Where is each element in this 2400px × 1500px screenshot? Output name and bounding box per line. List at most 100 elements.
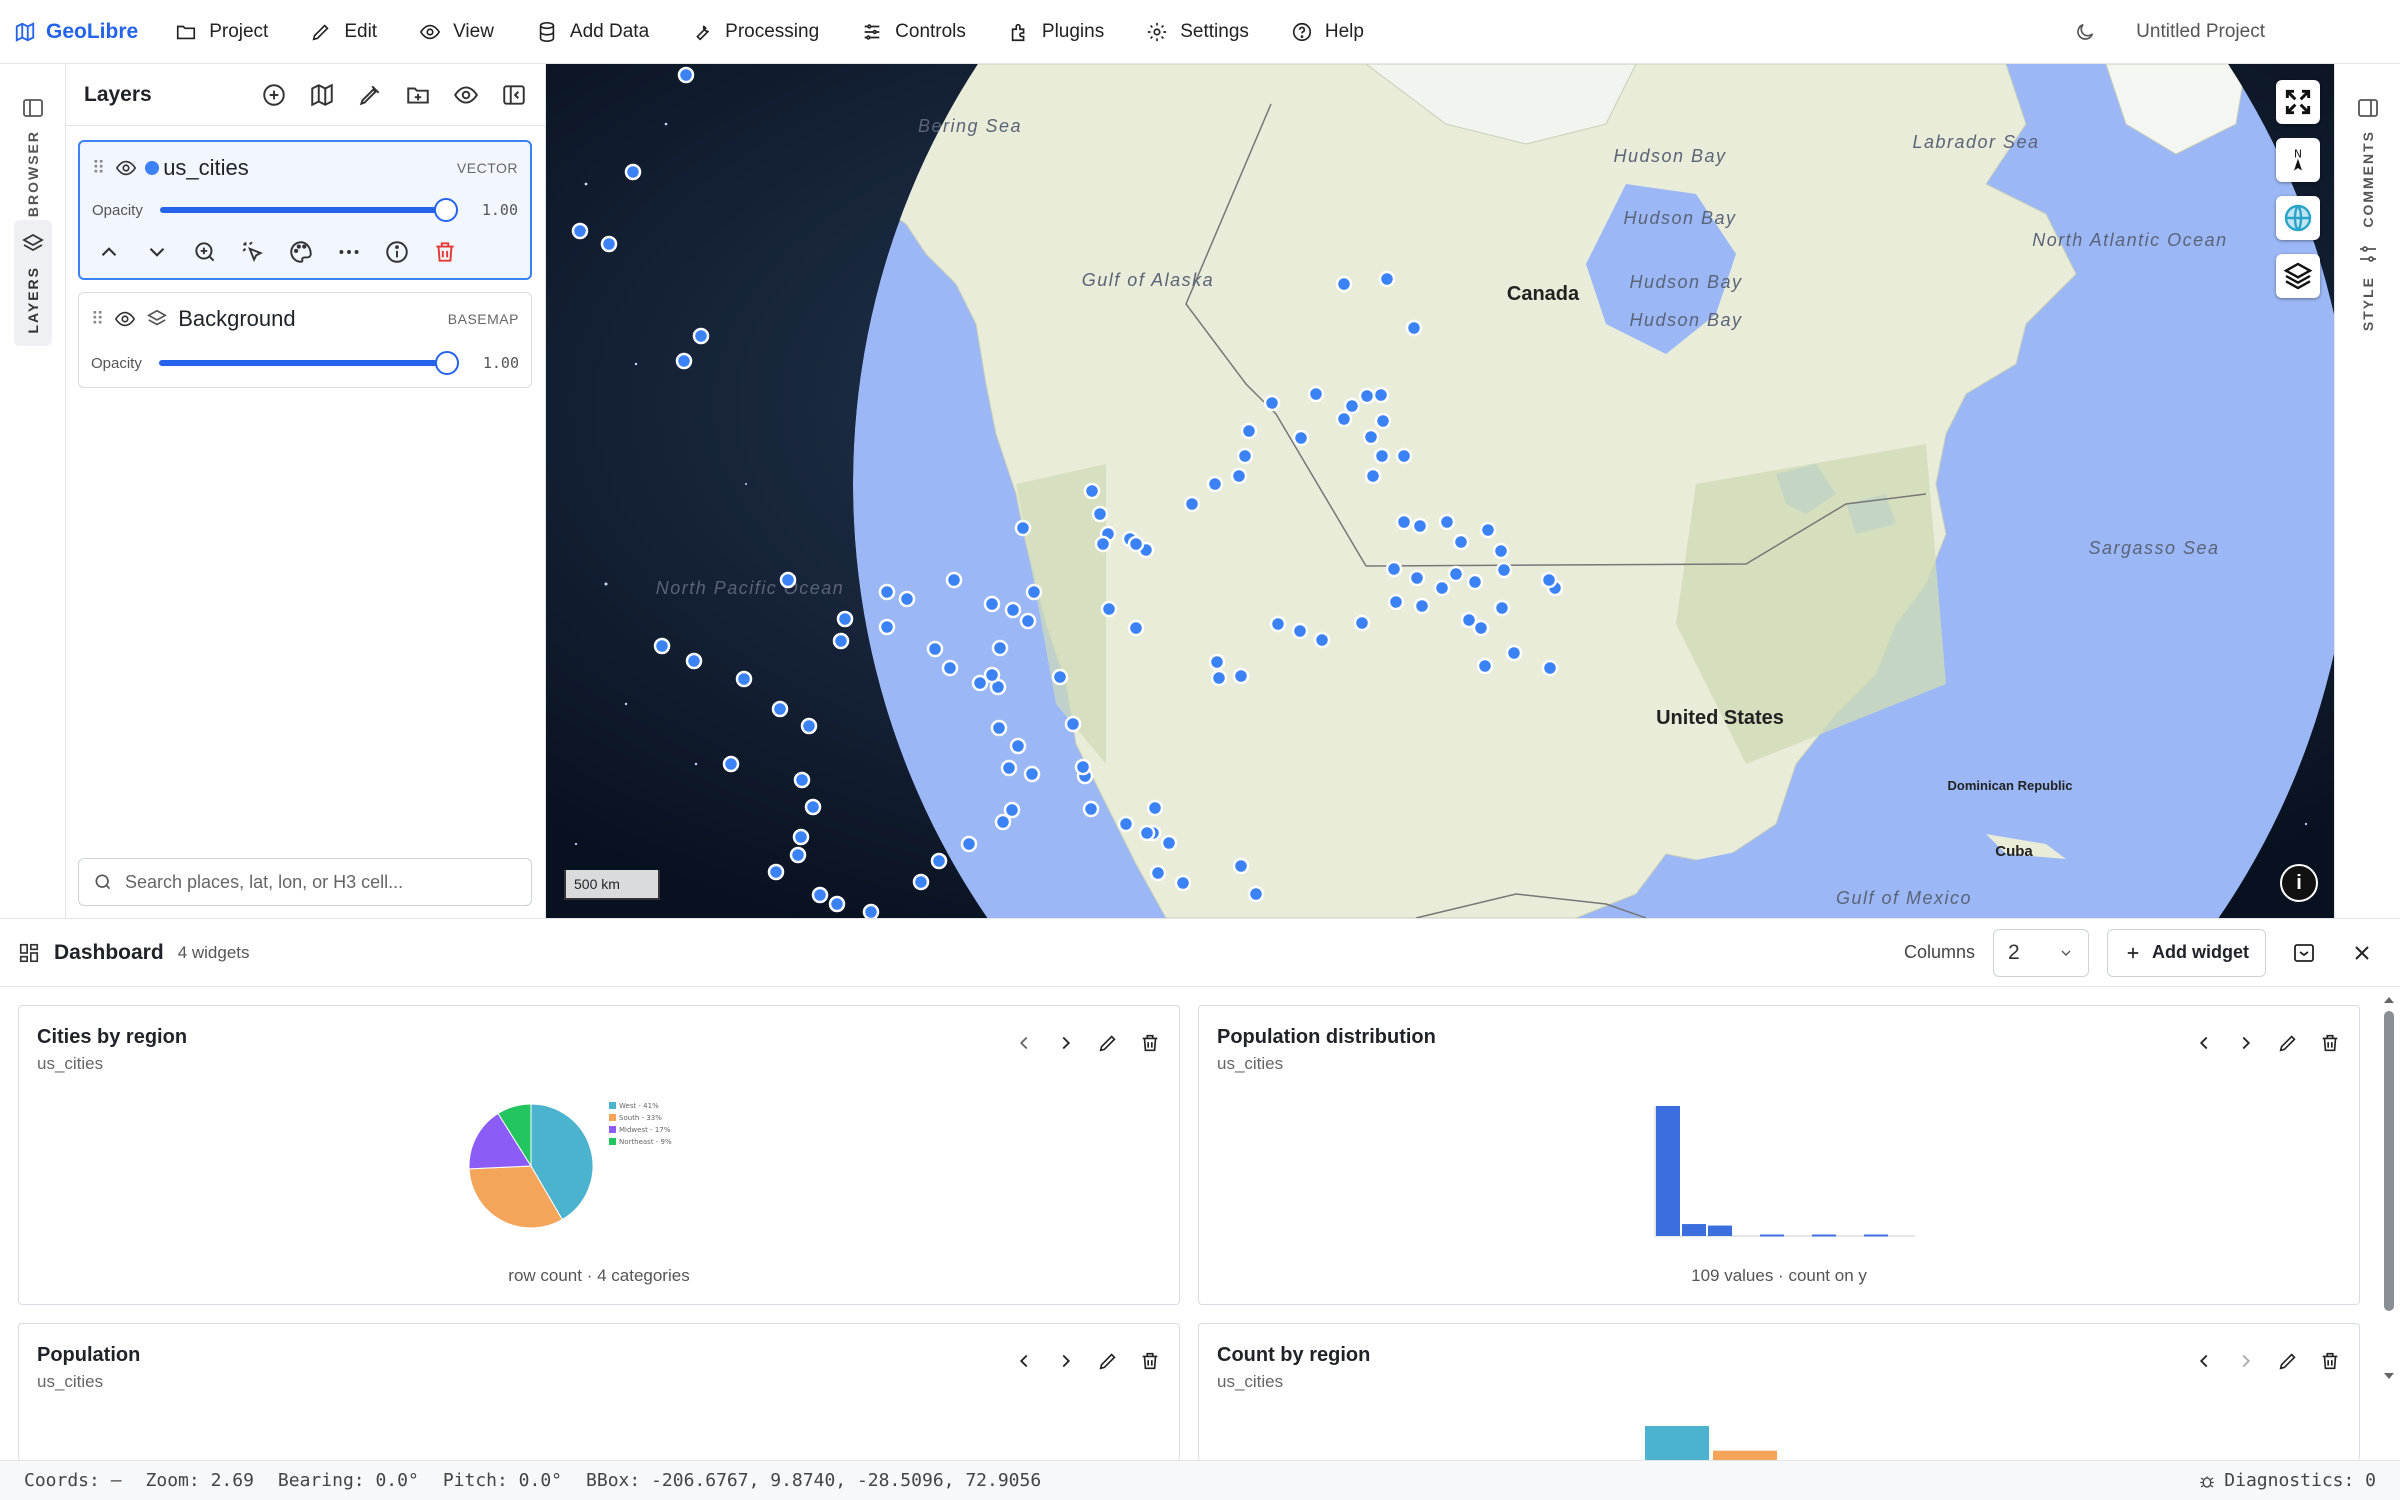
attribution-info-button[interactable]: i (2280, 864, 2318, 902)
city-point[interactable] (1291, 622, 1309, 640)
visibility-eye-icon[interactable] (115, 157, 137, 179)
city-point[interactable] (1230, 467, 1248, 485)
city-point[interactable] (789, 846, 807, 864)
city-point[interactable] (1395, 447, 1413, 465)
city-point[interactable] (1408, 569, 1426, 587)
city-point[interactable] (1438, 513, 1456, 531)
city-point[interactable] (941, 659, 959, 677)
more-icon[interactable] (336, 239, 362, 265)
city-point[interactable] (1138, 824, 1156, 842)
histogram-chart[interactable] (1629, 1086, 1929, 1256)
city-point[interactable] (1495, 561, 1513, 579)
trash-icon[interactable] (1139, 1032, 1161, 1054)
city-point[interactable] (771, 700, 789, 718)
visibility-eye-icon[interactable] (114, 308, 136, 330)
city-point[interactable] (1100, 600, 1118, 618)
globe-toggle-button[interactable] (2276, 196, 2320, 240)
layer-name[interactable]: Background (178, 306, 438, 332)
city-point[interactable] (1479, 521, 1497, 539)
pie-chart[interactable]: West - 41% South - 33% Midwest - 17% Northe… (469, 1096, 709, 1236)
delete-layer-icon[interactable] (432, 239, 458, 265)
move-down-icon[interactable] (144, 239, 170, 265)
city-point[interactable] (862, 903, 880, 918)
chevron-left-icon[interactable] (2193, 1350, 2215, 1372)
city-point[interactable] (1117, 815, 1135, 833)
city-point[interactable] (1183, 495, 1201, 513)
identify-icon[interactable] (240, 239, 266, 265)
layer-card-background[interactable]: ⠿ Background BASEMAP Opacity 1.00 (78, 292, 532, 388)
city-point[interactable] (677, 66, 695, 84)
city-point[interactable] (1023, 765, 1041, 783)
city-point[interactable] (793, 771, 811, 789)
city-point[interactable] (930, 852, 948, 870)
city-point[interactable] (624, 163, 642, 181)
edit-icon[interactable] (1097, 1350, 1119, 1372)
columns-select[interactable]: 2 (1993, 928, 2089, 977)
edit-icon[interactable] (2277, 1032, 2299, 1054)
city-point[interactable] (1000, 759, 1018, 777)
opacity-slider[interactable] (160, 198, 458, 222)
widget-count-by-region[interactable]: Count by region us_cities (1198, 1323, 2360, 1461)
menu-view[interactable]: View (398, 10, 515, 54)
city-point[interactable] (1208, 653, 1226, 671)
city-point[interactable] (1364, 467, 1382, 485)
chevron-left-icon[interactable] (1013, 1032, 1035, 1054)
city-point[interactable] (800, 717, 818, 735)
tab-style[interactable]: STYLE (2349, 230, 2387, 343)
minimize-dashboard-button[interactable] (2284, 933, 2324, 973)
city-point[interactable] (1127, 535, 1145, 553)
city-point[interactable] (1343, 397, 1361, 415)
trash-icon[interactable] (2319, 1032, 2341, 1054)
city-point[interactable] (1051, 668, 1069, 686)
city-point[interactable] (1004, 601, 1022, 619)
draw-icon[interactable] (357, 82, 383, 108)
city-point[interactable] (1263, 394, 1281, 412)
fullscreen-button[interactable] (2276, 80, 2320, 124)
city-point[interactable] (1374, 412, 1392, 430)
city-point[interactable] (779, 571, 797, 589)
city-point[interactable] (1385, 560, 1403, 578)
city-point[interactable] (1313, 631, 1331, 649)
drag-handle-icon[interactable]: ⠿ (92, 158, 105, 179)
city-point[interactable] (1395, 513, 1413, 531)
city-point[interactable] (767, 863, 785, 881)
city-point[interactable] (1307, 385, 1325, 403)
city-point[interactable] (1009, 737, 1027, 755)
city-point[interactable] (1074, 758, 1092, 776)
city-point[interactable] (1405, 319, 1423, 337)
city-point[interactable] (1160, 834, 1178, 852)
zoom-to-layer-icon[interactable] (192, 239, 218, 265)
menu-settings[interactable]: Settings (1125, 10, 1270, 54)
chevron-right-icon[interactable] (2235, 1350, 2257, 1372)
city-point[interactable] (1091, 505, 1109, 523)
tab-browser[interactable]: BROWSER (14, 84, 52, 229)
opacity-slider[interactable] (159, 351, 459, 375)
city-point[interactable] (960, 835, 978, 853)
trash-icon[interactable] (2319, 1350, 2341, 1372)
city-point[interactable] (1413, 597, 1431, 615)
city-point[interactable] (991, 639, 1009, 657)
basemap-icon[interactable] (309, 82, 335, 108)
city-point[interactable] (1206, 475, 1224, 493)
city-point[interactable] (1492, 542, 1510, 560)
add-layer-icon[interactable] (261, 82, 287, 108)
slider-thumb[interactable] (434, 198, 458, 222)
project-name[interactable]: Untitled Project (2136, 21, 2265, 43)
histogram-bar[interactable] (1708, 1225, 1732, 1236)
city-point[interactable] (1476, 657, 1494, 675)
search-input[interactable] (125, 871, 517, 893)
city-point[interactable] (994, 813, 1012, 831)
menu-add-data[interactable]: Add Data (515, 10, 670, 54)
app-brand[interactable]: GeoLibre (14, 20, 138, 44)
city-point[interactable] (832, 632, 850, 650)
add-widget-button[interactable]: Add widget (2107, 928, 2266, 977)
chevron-left-icon[interactable] (1013, 1350, 1035, 1372)
city-point[interactable] (1232, 667, 1250, 685)
city-point[interactable] (722, 755, 740, 773)
city-point[interactable] (1064, 715, 1082, 733)
city-point[interactable] (1358, 387, 1376, 405)
city-point[interactable] (945, 571, 963, 589)
palette-icon[interactable] (288, 239, 314, 265)
city-point[interactable] (1269, 615, 1287, 633)
place-search[interactable] (78, 858, 532, 906)
